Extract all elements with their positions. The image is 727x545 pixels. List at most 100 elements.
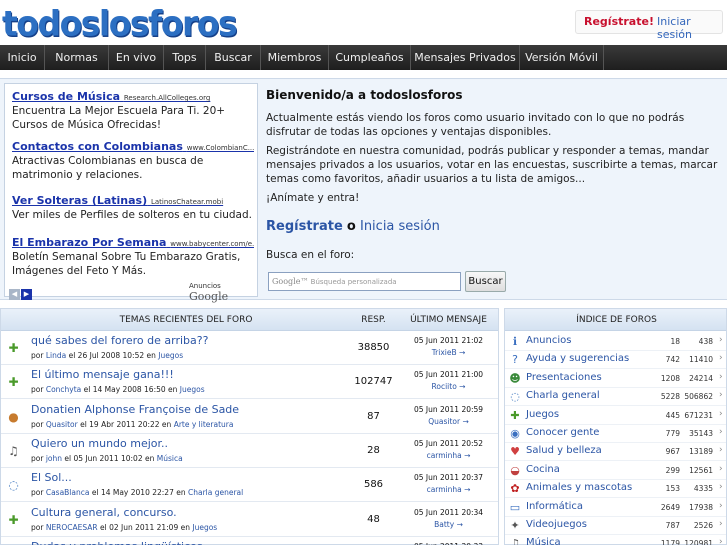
topic-row[interactable]: ▤Dudas y problemas lingüísticos05 Jun 20…	[1, 537, 498, 545]
forum-name-link[interactable]: Videojuegos	[526, 519, 587, 530]
chevron-right-icon[interactable]: ›	[719, 409, 723, 419]
forum-row[interactable]: ✿ Animales y mascotas 153 4335 ›	[505, 480, 726, 499]
topic-author-link[interactable]: Linda	[46, 351, 66, 360]
ad-item[interactable]: El Embarazo Por Semana www.babycenter.co…	[12, 236, 254, 278]
topic-forum-link[interactable]: Juegos	[180, 385, 205, 394]
topic-row[interactable]: ◌ El Sol... por CasaBlanca el 14 May 2010 …	[1, 468, 498, 503]
chevron-right-icon[interactable]: ›	[719, 482, 723, 492]
topic-author-link[interactable]: NEROCAESAR	[46, 523, 98, 532]
topic-title[interactable]: Cultura general, concurso.	[31, 506, 177, 519]
topic-row[interactable]: ✚ El último mensaje gana!!! por Conchyta e…	[1, 365, 498, 400]
topic-row[interactable]: ● Donatien Alphonse Françoise de Sade por …	[1, 400, 498, 434]
nav-item-version-movil[interactable]: Versión Móvil	[520, 45, 604, 70]
nav-item-cumpleanos[interactable]: Cumpleaños	[329, 45, 411, 70]
forum-name-link[interactable]: Presentaciones	[526, 372, 602, 383]
ad-next-arrow-icon[interactable]: ▶	[21, 289, 32, 300]
ad-title[interactable]: Cursos de Música	[12, 90, 120, 103]
topic-last-post: 05 Jun 2011 20:33	[406, 541, 491, 545]
forum-name-link[interactable]: Informática	[526, 501, 583, 512]
site-logo[interactable]: todoslosforos	[2, 3, 238, 44]
chevron-right-icon[interactable]: ›	[719, 537, 723, 545]
topic-forum-link[interactable]: Juegos	[192, 523, 217, 532]
chevron-right-icon[interactable]: ›	[719, 464, 723, 474]
ad-prev-arrow-icon[interactable]: ◀	[9, 289, 20, 300]
topic-author-link[interactable]: CasaBlanca	[46, 488, 90, 497]
help-icon: ?	[512, 353, 518, 367]
last-post-user-link[interactable]: carminha →	[406, 484, 491, 496]
last-post-user-link[interactable]: Rociito →	[406, 381, 491, 393]
chevron-right-icon[interactable]: ›	[719, 519, 723, 529]
topic-forum-link[interactable]: Juegos	[158, 351, 183, 360]
ad-item[interactable]: Contactos con Colombianas www.ColombianC…	[12, 140, 254, 182]
login-link[interactable]: Iniciar sesión	[657, 15, 722, 41]
topic-row[interactable]: ✚ qué sabes del forero de arriba?? por Lin…	[1, 331, 498, 365]
forum-row[interactable]: ▭ Informática 2649 17938 ›	[505, 499, 726, 517]
forum-name-link[interactable]: Charla general	[526, 390, 600, 401]
topic-author-link[interactable]: john	[46, 454, 62, 463]
forum-row[interactable]: ◒ Cocina 299 12561 ›	[505, 462, 726, 480]
forum-row[interactable]: ? Ayuda y sugerencias 742 11410 ›	[505, 351, 726, 370]
nav-item-miembros[interactable]: Miembros	[261, 45, 329, 70]
forum-row[interactable]: ♥ Salud y belleza 967 13189 ›	[505, 443, 726, 462]
chevron-right-icon[interactable]: ›	[719, 427, 723, 437]
ad-title[interactable]: El Embarazo Por Semana	[12, 236, 166, 249]
forum-post-count: 438	[698, 337, 713, 346]
topic-forum-link[interactable]: Música	[157, 454, 183, 463]
topic-author-link[interactable]: Conchyta	[46, 385, 81, 394]
last-post-user-link[interactable]: Quasitor →	[406, 416, 491, 428]
topic-prefix: por	[31, 351, 44, 360]
topic-row[interactable]: ✚ Cultura general, concurso. por NEROCAESA…	[1, 503, 498, 537]
forum-row[interactable]: ◌ Charla general 5228 506862 ›	[505, 388, 726, 407]
ad-item[interactable]: Cursos de Música Research.AllColleges.or…	[12, 90, 254, 132]
last-post-user-link[interactable]: Batty →	[406, 519, 491, 531]
topic-title[interactable]: El Sol...	[31, 471, 72, 484]
welcome-register-link[interactable]: Regístrate	[266, 219, 343, 234]
topic-title[interactable]: El último mensaje gana!!!	[31, 368, 174, 381]
ad-credit[interactable]: Anuncios Google	[189, 282, 257, 303]
ad-item[interactable]: Ver Solteras (Latinas) LatinosChatear.mo…	[12, 194, 254, 222]
chevron-right-icon[interactable]: ›	[719, 501, 723, 511]
forum-post-count: 671231	[684, 410, 713, 420]
chevron-right-icon[interactable]: ›	[719, 335, 723, 345]
chevron-right-icon[interactable]: ›	[719, 353, 723, 363]
forum-name-link[interactable]: Ayuda y sugerencias	[526, 353, 629, 364]
forum-row[interactable]: ✚ Juegos 445 671231 ›	[505, 407, 726, 425]
forum-row[interactable]: ✦ Videojuegos 787 2526 ›	[505, 517, 726, 535]
forum-row[interactable]: ☻ Presentaciones 1208 24214 ›	[505, 370, 726, 388]
topic-title[interactable]: qué sabes del forero de arriba??	[31, 334, 208, 347]
nav-item-mensajes-privados[interactable]: Mensajes Privados	[411, 45, 520, 70]
forum-name-link[interactable]: Juegos	[526, 409, 559, 420]
forum-row[interactable]: ♫ Música 1179 120981 ›	[505, 535, 726, 545]
ad-title[interactable]: Contactos con Colombianas	[12, 140, 183, 153]
forum-name-link[interactable]: Salud y belleza	[526, 445, 602, 456]
search-button[interactable]: Buscar	[465, 271, 506, 292]
ad-title[interactable]: Ver Solteras (Latinas)	[12, 194, 147, 207]
nav-item-tops[interactable]: Tops	[164, 45, 206, 70]
last-post-user-link[interactable]: TrixieB →	[406, 347, 491, 359]
chevron-right-icon[interactable]: ›	[719, 445, 723, 455]
forum-name-link[interactable]: Conocer gente	[526, 427, 599, 438]
welcome-login-link[interactable]: Inicia sesión	[360, 219, 440, 234]
register-link[interactable]: Regístrate!	[584, 15, 654, 28]
topic-forum-link[interactable]: Arte y literatura	[174, 420, 234, 429]
topic-author-link[interactable]: Quasitor	[46, 420, 78, 429]
nav-item-buscar[interactable]: Buscar	[206, 45, 261, 70]
topic-title[interactable]: Quiero un mundo mejor..	[31, 437, 168, 450]
chevron-right-icon[interactable]: ›	[719, 390, 723, 400]
forum-row[interactable]: ℹ Anuncios 18 438 ›	[505, 333, 726, 351]
topic-row[interactable]: ♫ Quiero un mundo mejor.. por john el 05 J…	[1, 434, 498, 468]
forum-name-link[interactable]: Anuncios	[526, 335, 571, 346]
search-input[interactable]: Google™ Búsqueda personalizada	[268, 272, 461, 291]
chevron-right-icon[interactable]: ›	[719, 372, 723, 382]
forum-name-link[interactable]: Cocina	[526, 464, 560, 475]
nav-item-en-vivo[interactable]: En vivo	[109, 45, 164, 70]
nav-item-inicio[interactable]: Inicio	[0, 45, 45, 70]
topic-title[interactable]: Donatien Alphonse Françoise de Sade	[31, 403, 239, 416]
forum-row[interactable]: ◉ Conocer gente 779 35143 ›	[505, 425, 726, 443]
topic-title[interactable]: Dudas y problemas lingüísticos	[31, 540, 203, 545]
forum-name-link[interactable]: Música	[526, 537, 561, 545]
forum-name-link[interactable]: Animales y mascotas	[526, 482, 632, 493]
last-post-user-link[interactable]: carminha →	[406, 450, 491, 462]
topic-forum-link[interactable]: Charla general	[188, 488, 243, 497]
nav-item-normas[interactable]: Normas	[45, 45, 109, 70]
